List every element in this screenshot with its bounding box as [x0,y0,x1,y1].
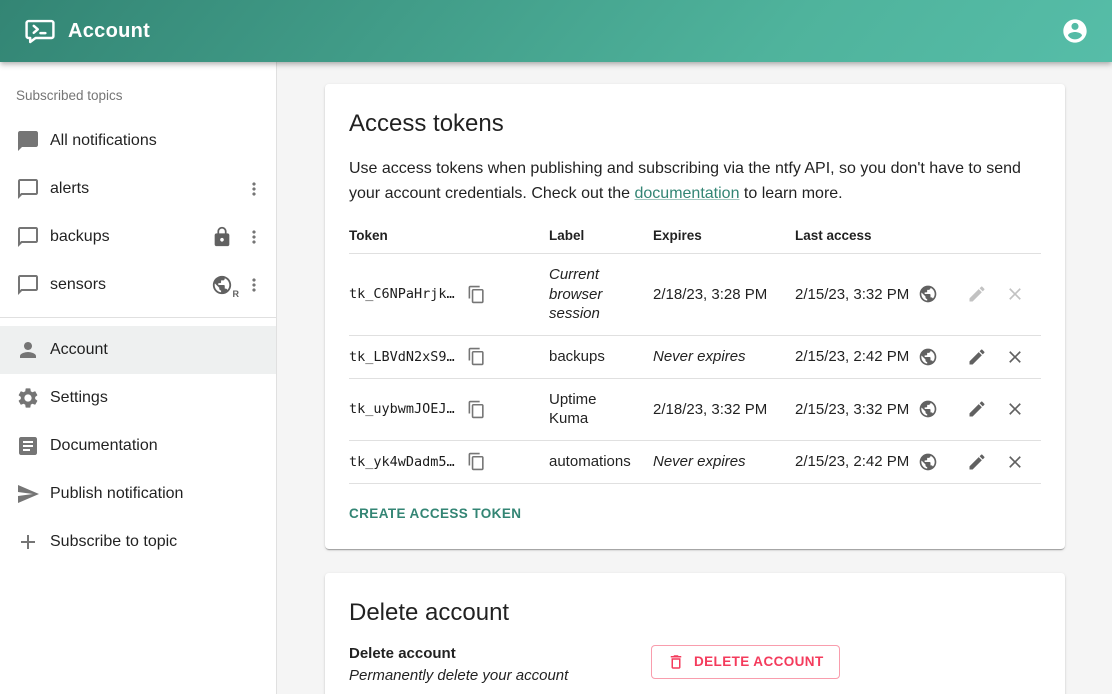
globe-reserved-icon: R [211,274,233,296]
delete-account-card: Delete account Delete account Permanentl… [325,573,1065,694]
column-header-expires: Expires [653,218,795,254]
table-row: tk_uybwmJOEJ… Uptime Kuma 2/18/23, 3:32 … [349,378,1041,440]
plus-icon [16,530,40,554]
column-header-label: Label [549,218,653,254]
chat-bubble-filled-icon [16,129,40,153]
delete-account-button[interactable]: DELETE ACCOUNT [651,645,840,679]
sidebar-item-settings[interactable]: Settings [0,374,276,422]
column-header-last-access: Last access [795,218,965,254]
token-expires: Never expires [653,348,746,365]
nav-label: Publish notification [50,485,183,503]
copy-icon[interactable] [467,400,486,419]
delete-account-button-label: DELETE ACCOUNT [694,654,824,669]
table-row: tk_LBVdN2xS9… backups Never expires 2/15… [349,335,1041,378]
close-icon[interactable] [1005,347,1025,367]
main-content: Access tokens Use access tokens when pub… [278,62,1112,694]
more-vert-icon[interactable] [244,227,264,247]
subscribed-topics-header: Subscribed topics [0,70,276,117]
delete-account-item-description: Permanently delete your account [349,667,651,684]
create-access-token-button[interactable]: CREATE ACCESS TOKEN [349,502,521,525]
table-header-row: Token Label Expires Last access [349,218,1041,254]
topic-label: backups [50,228,110,246]
send-icon [16,482,40,506]
table-row: tk_C6NPaHrjk… Current browser session 2/… [349,254,1041,336]
token-last-access: 2/15/23, 3:32 PM [795,286,909,303]
token-label: automations [549,452,637,472]
sidebar-item-publish-notification[interactable]: Publish notification [0,470,276,518]
topic-label: All notifications [50,132,157,150]
delete-account-item-title: Delete account [349,645,651,662]
nav-label: Documentation [50,437,158,455]
token-label: Uptime Kuma [549,390,637,429]
delete-account-title: Delete account [349,599,1041,627]
sidebar-item-subscribe-to-topic[interactable]: Subscribe to topic [0,518,276,566]
gear-icon [16,386,40,410]
close-icon[interactable] [1005,452,1025,472]
copy-icon[interactable] [467,347,486,366]
access-tokens-description: Use access tokens when publishing and su… [349,156,1041,206]
more-vert-icon[interactable] [244,179,264,199]
more-vert-icon[interactable] [244,275,264,295]
app-bar: Account [0,0,1112,62]
token-label: Current browser session [549,265,637,324]
sidebar: Subscribed topics All notifications aler… [0,62,277,694]
access-tokens-card: Access tokens Use access tokens when pub… [325,84,1065,549]
column-header-token: Token [349,218,549,254]
edit-icon[interactable] [967,399,987,419]
nav-label: Account [50,341,108,359]
copy-icon[interactable] [467,452,486,471]
copy-icon[interactable] [467,285,486,304]
topic-label: alerts [50,180,89,198]
token-last-access: 2/15/23, 2:42 PM [795,348,909,365]
topic-label: sensors [50,276,106,294]
chat-bubble-outline-icon [16,273,40,297]
globe-icon [918,347,938,367]
token-value: tk_C6NPaHrjk… [349,286,455,302]
close-icon [1005,284,1025,304]
globe-icon [918,284,938,304]
token-last-access: 2/15/23, 3:32 PM [795,401,909,418]
person-icon [16,338,40,362]
token-value: tk_uybwmJOEJ… [349,401,455,417]
table-row: tk_yk4wDadm5… automations Never expires … [349,440,1041,483]
sidebar-item-sensors[interactable]: sensors R [0,261,276,309]
globe-icon [918,452,938,472]
sidebar-item-all-notifications[interactable]: All notifications [0,117,276,165]
nav-label: Settings [50,389,108,407]
article-icon [16,434,40,458]
token-value: tk_yk4wDadm5… [349,454,455,470]
chat-bubble-outline-icon [16,177,40,201]
chat-bubble-outline-icon [16,225,40,249]
sidebar-item-documentation[interactable]: Documentation [0,422,276,470]
token-expires: Never expires [653,453,746,470]
sidebar-item-backups[interactable]: backups [0,213,276,261]
account-circle-icon[interactable] [1061,17,1089,45]
token-last-access: 2/15/23, 2:42 PM [795,453,909,470]
token-label: backups [549,347,637,367]
sidebar-divider [0,317,276,318]
edit-icon [967,284,987,304]
access-tokens-title: Access tokens [349,110,1041,138]
token-value: tk_LBVdN2xS9… [349,349,455,365]
edit-icon[interactable] [967,347,987,367]
documentation-link[interactable]: documentation [635,185,740,202]
sidebar-item-alerts[interactable]: alerts [0,165,276,213]
edit-icon[interactable] [967,452,987,472]
trash-icon [667,653,685,671]
globe-icon [918,399,938,419]
lock-icon [211,226,233,248]
ntfy-logo-icon [24,17,56,45]
token-expires: 2/18/23, 3:28 PM [653,286,767,303]
sidebar-item-account[interactable]: Account [0,326,276,374]
access-tokens-table: Token Label Expires Last access tk_C6NPa… [349,218,1041,484]
reserved-subscript: R [233,289,240,299]
page-title: Account [68,20,150,43]
delete-account-pref: Delete account Permanently delete your a… [349,645,1041,684]
close-icon[interactable] [1005,399,1025,419]
nav-label: Subscribe to topic [50,533,177,551]
token-expires: 2/18/23, 3:32 PM [653,401,767,418]
